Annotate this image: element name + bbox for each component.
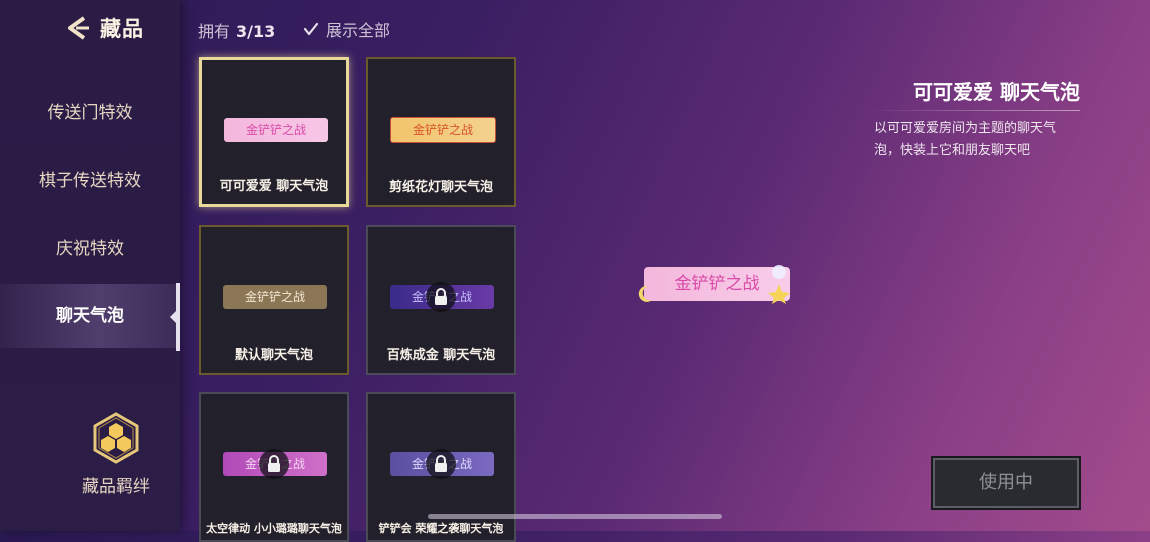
show-all-label: 展示全部: [326, 21, 391, 40]
item-card[interactable]: 金铲铲之战 百炼成金 聊天气泡: [366, 225, 516, 375]
item-card-name: 太空律动 小小璐璐聊天气泡: [206, 522, 342, 535]
detail-description: 以可可爱爱房间为主题的聊天气泡，快装上它和朋友聊天吧: [874, 121, 1057, 158]
lock-icon: [426, 449, 456, 479]
detail-title: 可可爱爱 聊天气泡: [913, 80, 1080, 104]
hexagon-honeycomb-icon: [93, 412, 139, 464]
sidebar-item-celebration-effect[interactable]: 庆祝特效: [0, 217, 180, 281]
bubble-preview: 金铲铲之战: [223, 285, 327, 309]
owned-number: 3/13: [236, 22, 276, 41]
active-arrow-icon: [170, 310, 177, 324]
sidebar-item-piece-teleport-effect[interactable]: 棋子传送特效: [0, 149, 180, 213]
item-card-name: 默认聊天气泡: [234, 348, 313, 363]
item-card[interactable]: 金铲铲之战 剪纸花灯聊天气泡: [366, 57, 516, 207]
collection-bond-label: 藏品羁绊: [82, 477, 150, 497]
page-title: 藏品: [100, 17, 144, 41]
divider: [868, 110, 1080, 111]
item-card[interactable]: 金铲铲之战 默认聊天气泡: [199, 225, 349, 375]
sidebar-item-chat-bubble[interactable]: 聊天气泡: [0, 284, 180, 348]
sidebar-item-portal-effect[interactable]: 传送门特效: [0, 81, 180, 145]
lock-icon: [259, 449, 289, 479]
owned-label: 拥有: [198, 22, 231, 41]
sparkle-star-icon: [768, 265, 790, 304]
bubble-preview: 金铲铲之战: [390, 117, 496, 143]
scrollbar[interactable]: [428, 514, 722, 519]
item-card[interactable]: 金铲铲之战 铲铲会 荣耀之袭聊天气泡: [366, 392, 516, 542]
lock-icon: [426, 282, 456, 312]
owned-count: 拥有 3/13: [198, 18, 275, 42]
back-button[interactable]: 藏品: [62, 12, 144, 44]
item-card-name: 百炼成金 聊天气泡: [386, 348, 496, 363]
back-arrow-icon: [68, 16, 89, 40]
checkbox-checked-icon[interactable]: [302, 20, 320, 38]
sidebar: 藏品 传送门特效 棋子传送特效 庆祝特效 聊天气泡 藏品羁绊: [0, 0, 180, 531]
collection-bond-button[interactable]: 藏品羁绊: [72, 412, 160, 497]
moon-icon: [638, 285, 652, 302]
item-card-name: 剪纸花灯聊天气泡: [388, 180, 493, 195]
item-card-name: 可可爱爱 聊天气泡: [219, 179, 329, 194]
show-all-toggle[interactable]: 展示全部: [302, 17, 390, 41]
item-card[interactable]: 金铲铲之战 太空律动 小小璐璐聊天气泡: [199, 392, 349, 542]
item-card-name: 铲铲会 荣耀之袭聊天气泡: [378, 522, 504, 535]
bubble-preview: 金铲铲之战: [224, 118, 328, 142]
in-use-button[interactable]: 使用中: [931, 456, 1081, 510]
item-card[interactable]: 金铲铲之战 可可爱爱 聊天气泡: [199, 57, 349, 207]
